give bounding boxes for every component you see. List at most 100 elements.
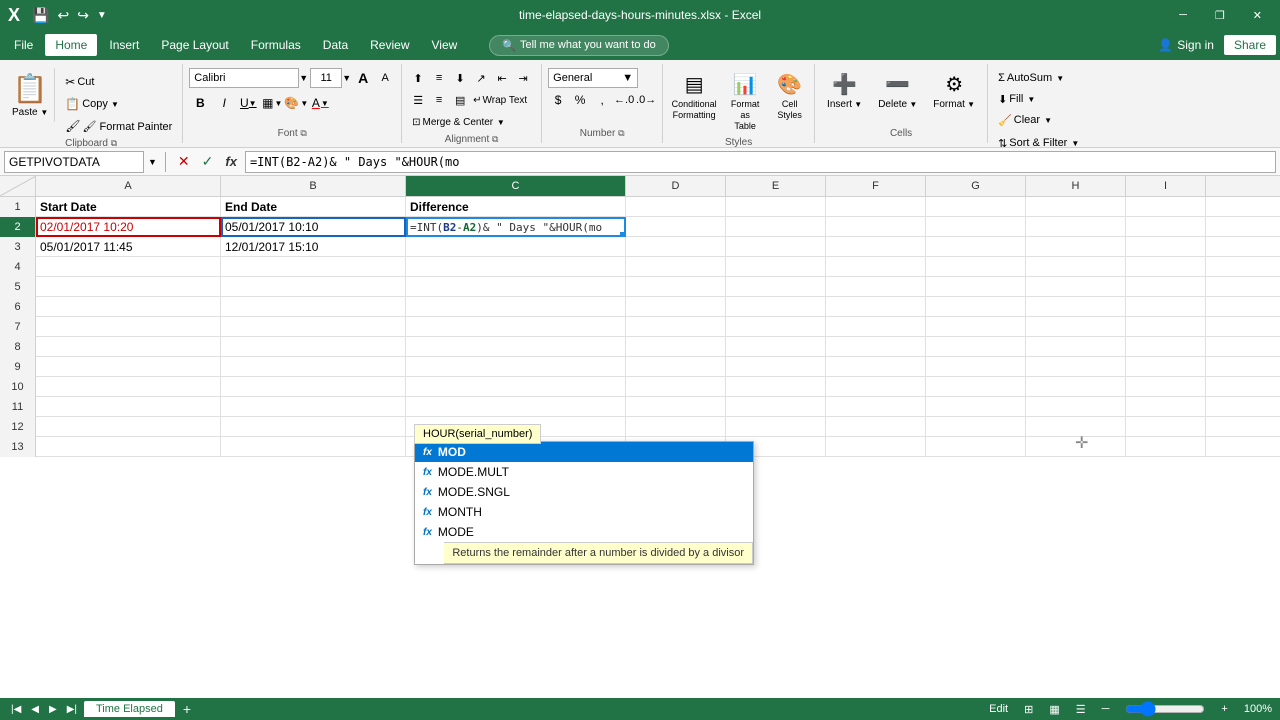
cell-e11[interactable] xyxy=(726,397,826,417)
cell-g3[interactable] xyxy=(926,237,1026,257)
paste-button[interactable]: 📋 Paste ▼ xyxy=(6,68,55,122)
close-button[interactable]: ✕ xyxy=(1243,0,1272,30)
confirm-formula-button[interactable]: ✓ xyxy=(198,153,218,170)
cell-e8[interactable] xyxy=(726,337,826,357)
percent-button[interactable]: % xyxy=(570,90,590,110)
row-num-8[interactable]: 8 xyxy=(0,337,36,357)
cell-e5[interactable] xyxy=(726,277,826,297)
cell-g9[interactable] xyxy=(926,357,1026,377)
align-center-button[interactable]: ≡ xyxy=(429,90,449,110)
comma-button[interactable]: , xyxy=(592,90,612,110)
tell-me-input[interactable]: 🔍 Tell me what you want to do xyxy=(489,35,668,56)
cell-i1[interactable] xyxy=(1126,197,1206,217)
cell-a9[interactable] xyxy=(36,357,221,377)
cell-b13[interactable] xyxy=(221,437,406,457)
cell-a2[interactable]: 02/01/2017 10:20 xyxy=(36,217,221,237)
cell-i3[interactable] xyxy=(1126,237,1206,257)
cell-c7[interactable] xyxy=(406,317,626,337)
align-middle-button[interactable]: ≡ xyxy=(429,68,449,88)
col-header-f[interactable]: F xyxy=(826,176,926,196)
cell-b4[interactable] xyxy=(221,257,406,277)
cell-d6[interactable] xyxy=(626,297,726,317)
cell-e4[interactable] xyxy=(726,257,826,277)
cell-b9[interactable] xyxy=(221,357,406,377)
cell-a4[interactable] xyxy=(36,257,221,277)
cell-b6[interactable] xyxy=(221,297,406,317)
cell-a12[interactable] xyxy=(36,417,221,437)
cell-f5[interactable] xyxy=(826,277,926,297)
font-shrink-button[interactable]: A xyxy=(375,68,395,88)
row-num-6[interactable]: 6 xyxy=(0,297,36,317)
cell-a5[interactable] xyxy=(36,277,221,297)
cell-i2[interactable] xyxy=(1126,217,1206,237)
ac-item-mode-sngl[interactable]: fx MODE.SNGL xyxy=(415,482,753,502)
page-break-view-icon[interactable]: ▦ xyxy=(1049,703,1059,716)
cell-g2[interactable] xyxy=(926,217,1026,237)
cell-a7[interactable] xyxy=(36,317,221,337)
cell-g12[interactable] xyxy=(926,417,1026,437)
alignment-expand-icon[interactable]: ⧉ xyxy=(492,134,498,144)
name-box-arrow[interactable]: ▼ xyxy=(148,157,157,167)
clipboard-expand-icon[interactable]: ⧉ xyxy=(111,138,117,148)
copy-button[interactable]: 📋 Copy ▼ xyxy=(61,94,176,114)
cell-b12[interactable] xyxy=(221,417,406,437)
insert-button[interactable]: ➕ Insert ▼ xyxy=(821,68,868,114)
cell-f9[interactable] xyxy=(826,357,926,377)
format-as-table-button[interactable]: 📊 Format asTable xyxy=(723,68,767,135)
row-num-9[interactable]: 9 xyxy=(0,357,36,377)
cell-e2[interactable] xyxy=(726,217,826,237)
increase-decimal-button[interactable]: .0→ xyxy=(636,90,656,110)
clear-button[interactable]: 🧹 Clear ▼ xyxy=(994,110,1056,130)
cell-d1[interactable] xyxy=(626,197,726,217)
font-expand-icon[interactable]: ⧉ xyxy=(300,128,306,138)
menu-home[interactable]: Home xyxy=(45,34,97,56)
cell-h6[interactable] xyxy=(1026,297,1126,317)
row-num-5[interactable]: 5 xyxy=(0,277,36,297)
cell-g11[interactable] xyxy=(926,397,1026,417)
cell-c3[interactable] xyxy=(406,237,626,257)
cell-h2[interactable] xyxy=(1026,217,1126,237)
cell-d12[interactable] xyxy=(626,417,726,437)
menu-page-layout[interactable]: Page Layout xyxy=(151,34,238,56)
format-button[interactable]: ⚙ Format ▼ xyxy=(927,68,981,114)
name-box[interactable] xyxy=(4,151,144,173)
cell-b11[interactable] xyxy=(221,397,406,417)
cell-d8[interactable] xyxy=(626,337,726,357)
insert-function-button[interactable]: fx xyxy=(221,154,241,169)
cell-g10[interactable] xyxy=(926,377,1026,397)
cell-e10[interactable] xyxy=(726,377,826,397)
cell-a8[interactable] xyxy=(36,337,221,357)
cell-g5[interactable] xyxy=(926,277,1026,297)
cell-g7[interactable] xyxy=(926,317,1026,337)
cell-h11[interactable] xyxy=(1026,397,1126,417)
cell-d2[interactable] xyxy=(626,217,726,237)
cell-a11[interactable] xyxy=(36,397,221,417)
add-sheet-button[interactable]: + xyxy=(179,701,195,717)
restore-button[interactable]: ❐ xyxy=(1205,0,1235,30)
delete-button[interactable]: ➖ Delete ▼ xyxy=(872,68,923,114)
cut-button[interactable]: ✂ Cut xyxy=(61,72,176,92)
row-num-7[interactable]: 7 xyxy=(0,317,36,337)
currency-button[interactable]: $ xyxy=(548,90,568,110)
cell-e12[interactable] xyxy=(726,417,826,437)
cell-i6[interactable] xyxy=(1126,297,1206,317)
cell-c1[interactable]: Difference xyxy=(406,197,626,217)
font-name-dropdown-icon[interactable]: ▼ xyxy=(299,73,308,83)
row-num-11[interactable]: 11 xyxy=(0,397,36,417)
zoom-out-button[interactable]: ─ xyxy=(1102,703,1110,715)
cell-c9[interactable] xyxy=(406,357,626,377)
cell-d3[interactable] xyxy=(626,237,726,257)
col-header-i[interactable]: I xyxy=(1126,176,1206,196)
cell-e6[interactable] xyxy=(726,297,826,317)
menu-review[interactable]: Review xyxy=(360,34,419,56)
fill-color-button[interactable]: 🎨▼ xyxy=(285,92,307,114)
cell-c2[interactable]: =INT(B2-A2)& " Days "&HOUR(mo xyxy=(406,217,626,237)
menu-view[interactable]: View xyxy=(422,34,468,56)
cell-i11[interactable] xyxy=(1126,397,1206,417)
cell-d11[interactable] xyxy=(626,397,726,417)
cancel-formula-button[interactable]: ✕ xyxy=(174,153,194,170)
sheet-scroll-left-button[interactable]: ◀ xyxy=(28,704,42,715)
row-num-2[interactable]: 2 xyxy=(0,217,36,237)
cell-c4[interactable] xyxy=(406,257,626,277)
indent-less-button[interactable]: ⇤ xyxy=(492,68,512,88)
